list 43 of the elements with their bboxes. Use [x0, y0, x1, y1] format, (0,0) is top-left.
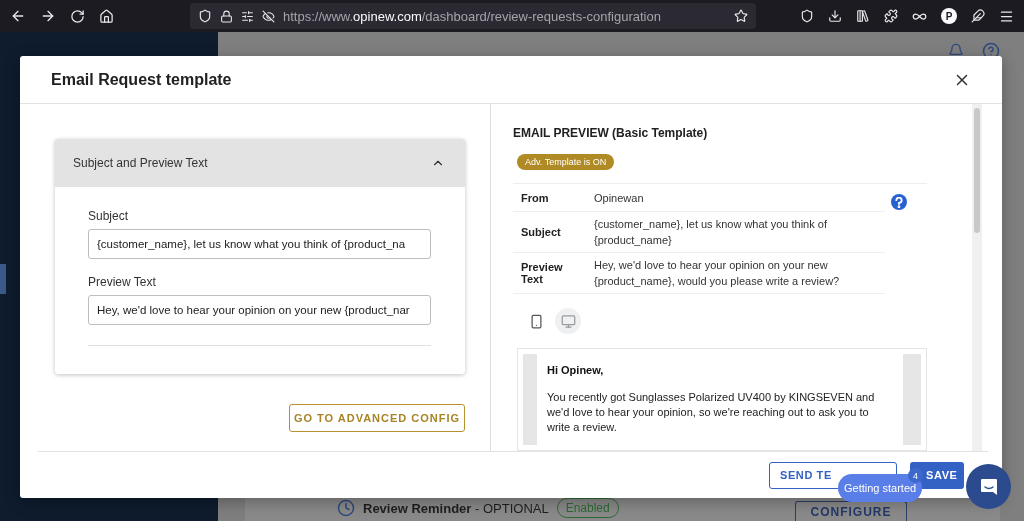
- tracking-off-icon: [262, 9, 275, 23]
- chat-icon: [978, 476, 999, 497]
- step-title: Review Reminder - OPTIONAL: [363, 500, 549, 516]
- field-label: Preview Text: [88, 275, 157, 289]
- preview-label: Preview Text: [521, 261, 564, 285]
- lock-icon: [220, 9, 233, 23]
- sidebar-selection-bar: [0, 264, 6, 294]
- shield-icon: [198, 9, 212, 23]
- back-icon[interactable]: [10, 8, 26, 24]
- forward-icon[interactable]: [40, 8, 56, 24]
- library-icon[interactable]: [856, 9, 870, 23]
- download-icon[interactable]: [828, 9, 842, 23]
- template-badge: Adv. Template is ON: [517, 154, 615, 170]
- help-icon[interactable]: [891, 194, 907, 210]
- clock-icon: [337, 499, 355, 517]
- scrollbar[interactable]: [972, 104, 982, 451]
- email-greeting: Hi Opinew,: [547, 364, 605, 376]
- preview-value: {customer_name}, let us know what you think of {product_name}: [594, 217, 828, 248]
- home-icon[interactable]: [99, 8, 114, 24]
- profile-avatar[interactable]: P: [941, 8, 957, 24]
- advanced-config-button[interactable]: GO TO ADVANCED CONFIG: [289, 404, 465, 432]
- device-toggle[interactable]: [555, 308, 581, 334]
- text-field[interactable]: {customer_name}, let us know what you think of {product_na: [88, 229, 431, 259]
- monitor-icon: [560, 313, 576, 329]
- preview-value: Opinewan: [594, 190, 645, 206]
- accordion-header[interactable]: Subject and Preview Text: [55, 139, 465, 187]
- modal-title: Email Request template: [51, 70, 233, 89]
- preview-label: From: [521, 191, 550, 204]
- menu-icon[interactable]: [999, 8, 1014, 24]
- address-bar[interactable]: https://www.opinew.com/dashboard/review-requests-configuration: [190, 3, 756, 29]
- email-body: You recently got Sunglasses Polarized UV400 by KINGSEVEN and we'd love to hear your opinion, so we're reaching out to ask you to write a review.: [547, 390, 876, 435]
- url-text: https://www.opinew.com/dashboard/review-requests-configuration: [283, 8, 662, 24]
- extensions-icon[interactable]: [884, 9, 898, 23]
- preview-label: Subject: [521, 226, 562, 238]
- reload-icon[interactable]: [70, 8, 85, 24]
- field-label: Subject: [88, 209, 130, 223]
- preview-heading: EMAIL PREVIEW (Basic Template): [513, 126, 709, 140]
- permissions-icon: [241, 9, 254, 23]
- preview-value: Hey, we'd love to hear your opinion on your new {product_name}, would you please write a review?: [594, 258, 841, 289]
- feather-icon[interactable]: [971, 9, 985, 23]
- phone-icon: [528, 313, 544, 329]
- text-field[interactable]: Hey, we'd love to hear your opinion on your new {product_nar: [88, 295, 431, 325]
- bookmark-star-icon[interactable]: [734, 9, 748, 23]
